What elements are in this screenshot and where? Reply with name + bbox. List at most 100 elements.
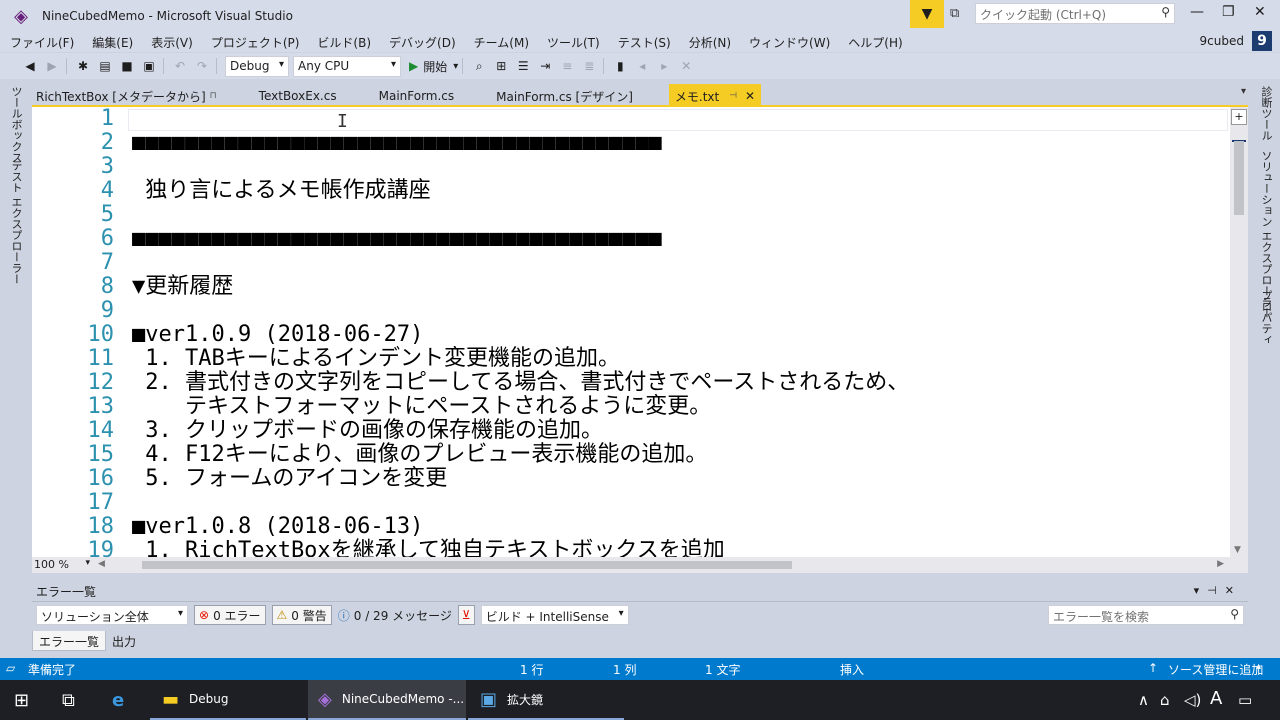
save-all-icon[interactable]: ▣ (139, 56, 159, 76)
uncomment-icon[interactable]: ≣ (579, 56, 599, 76)
editor-line[interactable]: 5. フォームのアイコンを変更 (132, 467, 447, 491)
class-view-icon[interactable]: ☰ (513, 56, 533, 76)
notification-center-icon[interactable]: ▭ (1238, 691, 1252, 709)
scroll-down-icon[interactable]: ▼ (1234, 545, 1241, 555)
menu-team[interactable]: チーム(M) (464, 34, 537, 51)
clear-bookmarks-icon[interactable]: ✕ (676, 56, 696, 76)
back-icon[interactable]: ◀ (20, 56, 40, 76)
solution-configuration-select[interactable]: Debug (225, 55, 289, 77)
chevron-down-icon[interactable]: ▾ (453, 61, 458, 72)
volume-icon[interactable]: ◁) (1184, 691, 1201, 709)
minimize-icon[interactable]: — (1190, 4, 1204, 20)
editor-line[interactable]: 4. F12キーにより、画像のプレビュー表示機能の追加。 (132, 443, 707, 467)
undo-icon[interactable]: ↶ (170, 56, 190, 76)
menu-project[interactable]: プロジェクト(P) (201, 34, 308, 51)
vertical-scroll-thumb[interactable] (1234, 141, 1244, 215)
editor-line[interactable]: ▼更新履歴 (132, 275, 233, 299)
menu-analyze[interactable]: 分析(N) (679, 34, 739, 51)
editor-line[interactable]: 1. RichTextBoxを継承して独自テキストボックスを追加 (132, 539, 724, 558)
taskbar-item-magnifier[interactable]: ▣ 拡大鏡 (468, 680, 624, 720)
previous-bookmark-icon[interactable]: ◂ (632, 56, 652, 76)
menu-window[interactable]: ウィンドウ(W) (739, 34, 838, 51)
tab-overflow-chevron-down-icon[interactable]: ▾ (1241, 86, 1246, 97)
editor-line[interactable]: テキストフォーマットにペーストされるように変更。 (132, 395, 711, 419)
scroll-left-icon[interactable]: ◀ (98, 559, 105, 569)
scroll-right-icon[interactable]: ▶ (1217, 559, 1224, 569)
next-bookmark-icon[interactable]: ▸ (654, 56, 674, 76)
tab-richtextbox-metadata[interactable]: RichTextBox [メタデータから] ⊓ (30, 84, 223, 105)
task-view-icon[interactable]: ⧉ (62, 680, 75, 720)
tab-memo-txt[interactable]: メモ.txt ⊣ ✕ (668, 84, 762, 105)
windows-start-icon[interactable]: ⊞ (14, 680, 29, 720)
tab-mainform-cs[interactable]: MainForm.cs (373, 84, 461, 105)
editor-line[interactable]: ■ver1.0.8 (2018-06-13) (132, 515, 423, 539)
vertical-scrollbar[interactable]: + ▼ (1230, 107, 1248, 557)
test-explorer-tab[interactable]: テスト エクスプローラー (8, 160, 24, 285)
add-to-source-control[interactable]: ソース管理に追加 (1168, 661, 1263, 678)
editor-line[interactable]: ■■■■■■■■■■■■■■■■■■■■■■■■■■■■■■■■■■■■■■■■ (132, 227, 662, 251)
feedback-icon[interactable]: ⧉ (950, 6, 959, 21)
error-scope-select[interactable]: ソリューション全体 (36, 605, 188, 625)
panel-window-controls[interactable]: ▾⊣✕ (1194, 584, 1242, 597)
editor-line[interactable]: 2. 書式付きの文字列をコピーしてる場合、書式付きでペーストされるため、 (132, 371, 909, 395)
start-button[interactable]: ▶ 開始 ▾ (409, 58, 458, 75)
error-list-search-input[interactable]: エラー一覧を検索 ⚲ (1048, 605, 1244, 625)
comment-icon[interactable]: ≡ (557, 56, 577, 76)
editor-line[interactable]: ■■■■■■■■■■■■■■■■■■■■■■■■■■■■■■■■■■■■■■■■ (132, 131, 662, 155)
messages-filter-button[interactable]: ⓘ 0 / 29 メッセージ (338, 607, 452, 624)
build-filter-select[interactable]: ビルド + IntelliSense (480, 605, 629, 625)
warnings-filter-button[interactable]: ⚠ 0 警告 (271, 605, 332, 625)
maximize-icon[interactable]: ❐ (1222, 4, 1235, 20)
menu-debug[interactable]: デバッグ(D) (379, 34, 464, 51)
open-file-icon[interactable]: ▤ (95, 56, 115, 76)
menu-help[interactable]: ヘルプ(H) (838, 34, 910, 51)
edge-browser-icon[interactable]: e (112, 680, 124, 720)
solution-platform-select[interactable]: Any CPU (293, 55, 401, 77)
clear-filter-button[interactable]: ⊻ (457, 605, 475, 625)
pin-icon[interactable]: ⊣ (729, 91, 737, 101)
close-tab-icon[interactable]: ✕ (745, 89, 755, 103)
account-name[interactable]: 9cubed (1200, 34, 1244, 48)
editor-line[interactable]: 1. TABキーによるインデント変更機能の追加。 (132, 347, 620, 371)
find-in-files-icon[interactable]: ⌕ (469, 56, 489, 76)
pin-icon[interactable]: ⊓ (210, 91, 217, 101)
properties-tab[interactable]: プロパティ (1258, 290, 1274, 345)
menu-file[interactable]: ファイル(F) (0, 34, 82, 51)
network-icon[interactable]: ⌂ (1160, 691, 1170, 709)
tab-textboxex-cs[interactable]: TextBoxEx.cs (253, 84, 343, 105)
code-area[interactable]: ■■■■■■■■■■■■■■■■■■■■■■■■■■■■■■■■■■■■■■■■… (128, 107, 1228, 557)
close-icon[interactable]: ✕ (1254, 4, 1266, 20)
menu-tools[interactable]: ツール(T) (537, 34, 608, 51)
taskbar-item-debug-folder[interactable]: ▬ Debug (150, 680, 306, 720)
toolbox-tab[interactable]: ツールボックス (8, 86, 24, 163)
editor-line[interactable]: ■ver1.0.9 (2018-06-27) (132, 323, 423, 347)
errors-filter-button[interactable]: ⊗ 0 エラー (194, 605, 266, 625)
solution-explorer-icon[interactable]: ⊞ (491, 56, 511, 76)
tab-error-list[interactable]: エラー一覧 (32, 631, 107, 651)
tab-output[interactable]: 出力 (106, 631, 142, 651)
new-project-icon[interactable]: ✱ (73, 56, 93, 76)
indent-icon[interactable]: ⇥ (535, 56, 555, 76)
notification-filter-icon[interactable]: ▼ (910, 0, 944, 28)
editor-line[interactable]: 独り言によるメモ帳作成講座 (132, 179, 430, 203)
quick-launch-input[interactable]: クイック起動 (Ctrl+Q) ⚲ (975, 3, 1175, 24)
forward-icon[interactable]: ▶ (42, 56, 62, 76)
avatar[interactable]: 9 (1252, 31, 1272, 51)
menu-edit[interactable]: 編集(E) (82, 34, 141, 51)
split-window-icon[interactable]: + (1231, 109, 1247, 125)
menu-build[interactable]: ビルド(B) (307, 34, 379, 51)
text-editor[interactable]: 1 2 3 4 5 6 7 8 9 10 11 12 13 14 15 16 17 18 19 ■■■■■■■■■■… (32, 105, 1248, 557)
tab-mainform-designer[interactable]: MainForm.cs [デザイン] (490, 84, 639, 105)
diagnostic-tools-tab[interactable]: 診断ツール (1258, 86, 1274, 141)
save-icon[interactable]: ■ (117, 56, 137, 76)
menu-test[interactable]: テスト(S) (608, 34, 679, 51)
bookmark-icon[interactable]: ▮ (610, 56, 630, 76)
chevron-up-icon[interactable]: ▴ (1256, 661, 1261, 672)
taskbar-item-visual-studio[interactable]: ◈ NineCubedMemo -... (308, 680, 466, 720)
ime-mode-indicator[interactable]: A (1210, 688, 1222, 709)
menu-view[interactable]: 表示(V) (141, 34, 201, 51)
horizontal-scroll-thumb[interactable] (142, 561, 792, 569)
show-hidden-icons-chevron-up-icon[interactable]: ∧ (1138, 691, 1149, 709)
zoom-select[interactable]: 100 % (32, 558, 92, 572)
redo-icon[interactable]: ↷ (192, 56, 212, 76)
